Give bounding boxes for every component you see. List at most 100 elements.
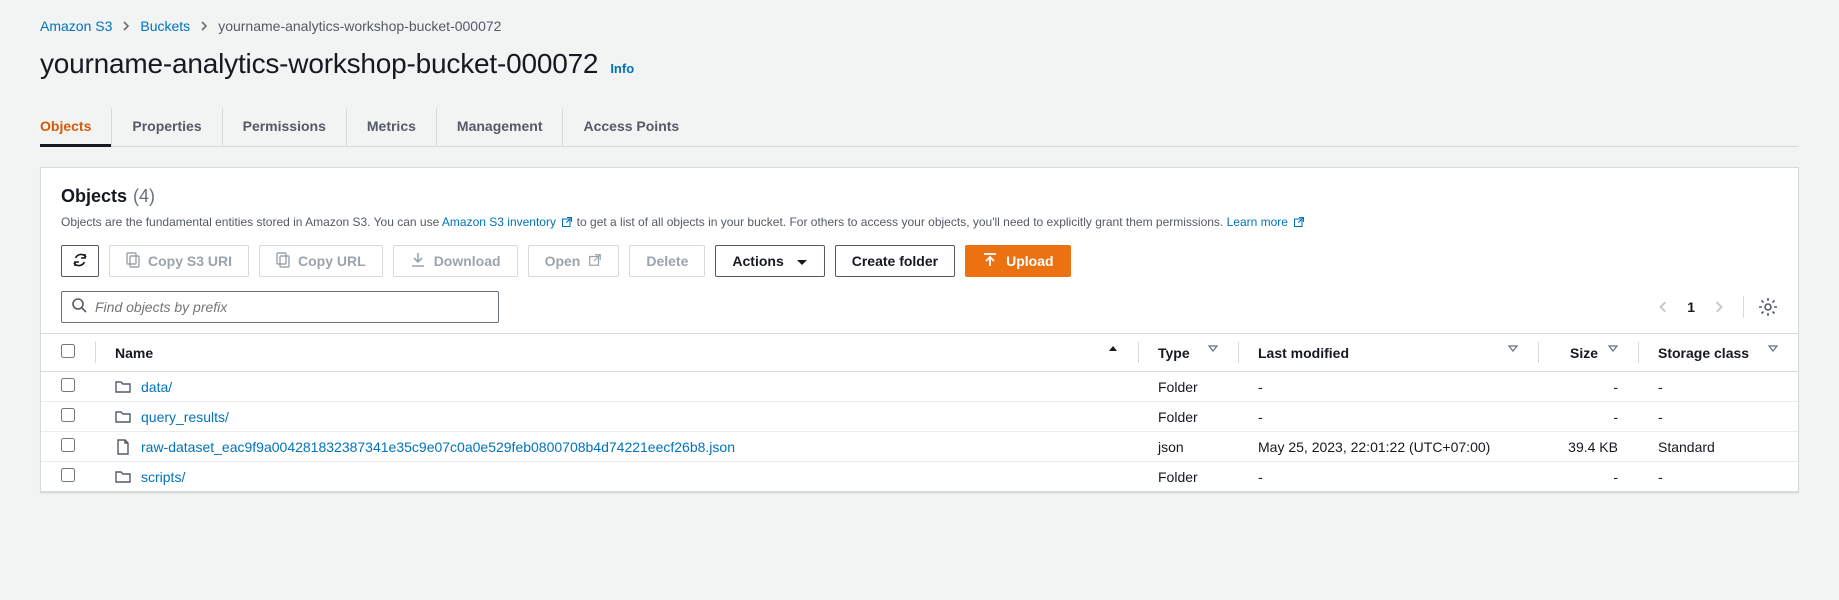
upload-button[interactable]: Upload — [965, 245, 1070, 277]
search-icon — [72, 298, 87, 316]
external-icon — [561, 216, 573, 228]
column-storage-class[interactable]: Storage class — [1658, 345, 1749, 361]
cell-last-modified: - — [1238, 462, 1538, 492]
table-row: query_results/Folder--- — [41, 402, 1798, 432]
tab-properties[interactable]: Properties — [132, 108, 201, 146]
object-name-link[interactable]: raw-dataset_eac9f9a004281832387341e35c9e… — [141, 439, 735, 455]
filter-icon[interactable] — [1208, 345, 1218, 352]
row-checkbox[interactable] — [61, 438, 75, 452]
tab-metrics[interactable]: Metrics — [367, 108, 416, 146]
cell-size: 39.4 KB — [1538, 432, 1638, 462]
column-type[interactable]: Type — [1158, 345, 1190, 361]
button-label: Actions — [732, 253, 783, 269]
breadcrumb: Amazon S3 Buckets yourname-analytics-wor… — [40, 18, 1799, 34]
page-number: 1 — [1687, 299, 1695, 315]
cell-storage-class: Standard — [1638, 432, 1798, 462]
button-label: Create folder — [852, 253, 938, 269]
create-folder-button[interactable]: Create folder — [835, 245, 955, 277]
page-title: yourname-analytics-workshop-bucket-00007… — [40, 48, 598, 80]
chevron-right-icon — [122, 21, 130, 31]
object-name-link[interactable]: scripts/ — [141, 469, 185, 485]
table-row: raw-dataset_eac9f9a004281832387341e35c9e… — [41, 432, 1798, 462]
row-checkbox[interactable] — [61, 468, 75, 482]
copy-icon — [126, 252, 140, 271]
button-label: Copy S3 URI — [148, 253, 232, 269]
object-name-link[interactable]: query_results/ — [141, 409, 229, 425]
filter-icon[interactable] — [1508, 345, 1518, 352]
copy-icon — [276, 252, 290, 271]
divider — [1743, 296, 1744, 318]
info-link[interactable]: Info — [610, 61, 634, 76]
cell-last-modified: - — [1238, 402, 1538, 432]
cell-size: - — [1538, 402, 1638, 432]
delete-button: Delete — [629, 245, 705, 277]
refresh-button[interactable] — [61, 245, 99, 277]
select-all-checkbox[interactable] — [61, 344, 75, 358]
upload-icon — [982, 252, 998, 271]
tab-access-points[interactable]: Access Points — [583, 108, 679, 146]
pagination: 1 — [1653, 296, 1778, 318]
folder-icon — [115, 379, 131, 395]
row-checkbox[interactable] — [61, 408, 75, 422]
settings-button[interactable] — [1758, 297, 1778, 317]
column-name[interactable]: Name — [115, 345, 153, 361]
cell-type: Folder — [1138, 402, 1238, 432]
table-row: data/Folder--- — [41, 372, 1798, 402]
objects-panel: Objects (4) Objects are the fundamental … — [40, 167, 1799, 493]
cell-last-modified: - — [1238, 372, 1538, 402]
open-button: Open — [528, 245, 620, 277]
cell-size: - — [1538, 372, 1638, 402]
file-icon — [115, 439, 131, 455]
button-label: Open — [545, 253, 581, 269]
download-icon — [410, 252, 426, 271]
cell-storage-class: - — [1638, 402, 1798, 432]
table-row: scripts/Folder--- — [41, 462, 1798, 492]
column-size[interactable]: Size — [1570, 345, 1598, 361]
cell-type: Folder — [1138, 372, 1238, 402]
button-label: Delete — [646, 253, 688, 269]
learn-more-link[interactable]: Learn more — [1227, 215, 1288, 229]
inventory-link[interactable]: Amazon S3 inventory — [442, 215, 556, 229]
filter-icon[interactable] — [1608, 345, 1618, 352]
toolbar: Copy S3 URI Copy URL Download Open Delet… — [61, 245, 1778, 277]
breadcrumb-current: yourname-analytics-workshop-bucket-00007… — [218, 18, 501, 34]
cell-storage-class: - — [1638, 372, 1798, 402]
objects-table: Name Type Last modified Size — [41, 333, 1798, 492]
tab-permissions[interactable]: Permissions — [243, 108, 326, 146]
refresh-icon — [72, 252, 88, 271]
breadcrumb-root[interactable]: Amazon S3 — [40, 18, 112, 34]
breadcrumb-buckets[interactable]: Buckets — [140, 18, 190, 34]
button-label: Download — [434, 253, 501, 269]
prev-page-button — [1653, 297, 1673, 317]
next-page-button — [1709, 297, 1729, 317]
panel-title: Objects — [61, 186, 127, 207]
copy-s3-uri-button: Copy S3 URI — [109, 245, 249, 277]
tab-management[interactable]: Management — [457, 108, 543, 146]
external-icon — [1293, 216, 1305, 228]
chevron-right-icon — [200, 21, 208, 31]
desc-text: Objects are the fundamental entities sto… — [61, 215, 442, 229]
tabs: Objects Properties Permissions Metrics M… — [40, 108, 1799, 147]
cell-type: json — [1138, 432, 1238, 462]
button-label: Upload — [1006, 253, 1053, 269]
cell-last-modified: May 25, 2023, 22:01:22 (UTC+07:00) — [1238, 432, 1538, 462]
search-box[interactable] — [61, 291, 499, 323]
cell-size: - — [1538, 462, 1638, 492]
external-icon — [588, 253, 602, 270]
caret-down-icon — [796, 253, 808, 269]
cell-type: Folder — [1138, 462, 1238, 492]
sort-asc-icon — [1108, 345, 1118, 352]
download-button: Download — [393, 245, 518, 277]
cell-storage-class: - — [1638, 462, 1798, 492]
panel-count: (4) — [133, 186, 155, 207]
panel-description: Objects are the fundamental entities sto… — [61, 213, 1778, 231]
column-last-modified[interactable]: Last modified — [1258, 345, 1349, 361]
filter-icon[interactable] — [1768, 345, 1778, 352]
folder-icon — [115, 469, 131, 485]
row-checkbox[interactable] — [61, 378, 75, 392]
folder-icon — [115, 409, 131, 425]
search-input[interactable] — [95, 299, 488, 315]
object-name-link[interactable]: data/ — [141, 379, 172, 395]
actions-button[interactable]: Actions — [715, 245, 824, 277]
tab-objects[interactable]: Objects — [40, 108, 91, 146]
